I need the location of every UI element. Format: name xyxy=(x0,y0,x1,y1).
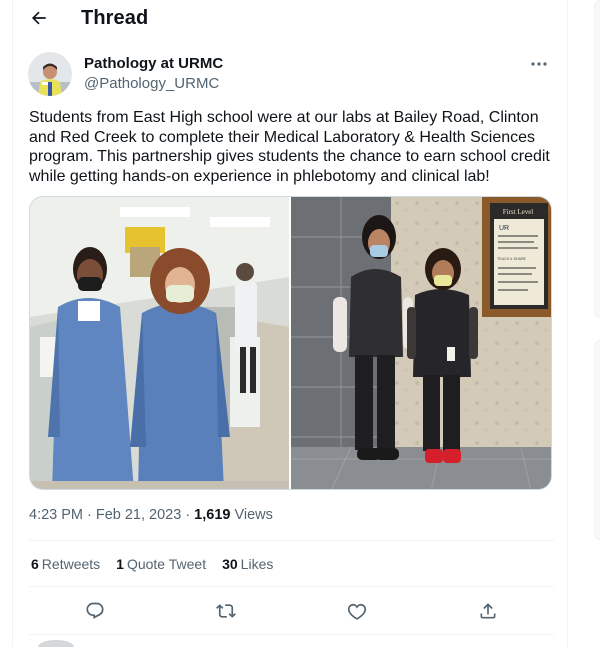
sign-line: TEACH & SHARE xyxy=(497,257,527,261)
tweet-text: Students from East High school were at o… xyxy=(29,109,550,185)
meta-separator: · xyxy=(87,507,92,523)
sign-logo-text: UR xyxy=(499,225,509,232)
author-name[interactable]: Pathology at URMC xyxy=(84,55,223,72)
quotes-label: Quote Tweet xyxy=(126,556,207,572)
divider xyxy=(29,540,554,541)
retweets-count: 6 xyxy=(31,556,39,572)
author-handle[interactable]: @Pathology_URMC xyxy=(84,75,219,92)
sidebar-card-edge xyxy=(594,0,600,318)
more-options-button[interactable] xyxy=(528,54,550,74)
sign-heading: First Level xyxy=(503,208,534,216)
views-count: 1,619 xyxy=(194,507,231,523)
retweets-stat[interactable]: 6 Retweets xyxy=(31,556,100,572)
back-arrow-icon xyxy=(31,11,46,25)
retweet-button[interactable] xyxy=(209,596,243,626)
next-reply-avatar[interactable] xyxy=(38,640,74,647)
tweet-photo-1[interactable] xyxy=(30,197,289,489)
reply-icon xyxy=(86,602,104,619)
tweet-stats: 6 Retweets 1 Quote Tweet 30 Likes xyxy=(31,556,289,572)
sidebar-card-edge xyxy=(594,340,600,540)
avatar[interactable] xyxy=(28,52,72,96)
tweet-media: First Level UR TEACH & SHARE xyxy=(29,196,552,490)
tweet-photo-2[interactable]: First Level UR TEACH & SHARE xyxy=(291,197,551,489)
divider xyxy=(29,586,554,587)
more-icon xyxy=(531,62,547,66)
quotes-count: 1 xyxy=(116,556,124,572)
like-button[interactable] xyxy=(340,596,374,626)
tweet-date[interactable]: Feb 21, 2023 xyxy=(96,507,181,523)
retweet-icon xyxy=(215,604,236,618)
views-label: Views xyxy=(234,507,273,523)
share-button[interactable] xyxy=(471,596,505,626)
divider xyxy=(29,634,554,635)
tweet-actions xyxy=(29,596,554,626)
tweet-meta: 4:23 PM · Feb 21, 2023 · 1,619 Views xyxy=(29,507,273,523)
retweets-label: Retweets xyxy=(41,556,101,572)
thread-header: Thread xyxy=(12,0,568,36)
tweet-time[interactable]: 4:23 PM xyxy=(29,507,83,523)
likes-label: Likes xyxy=(240,556,274,572)
tweet-author: Pathology at URMC @Pathology_URMC xyxy=(28,50,558,98)
like-icon xyxy=(348,603,367,620)
likes-count: 30 xyxy=(222,556,238,572)
quote-tweets-stat[interactable]: 1 Quote Tweet xyxy=(116,556,206,572)
share-icon xyxy=(480,603,496,619)
meta-separator: · xyxy=(185,507,191,523)
reply-button[interactable] xyxy=(78,596,112,626)
likes-stat[interactable]: 30 Likes xyxy=(222,556,273,572)
page-title: Thread xyxy=(81,6,149,29)
back-button[interactable] xyxy=(22,1,56,35)
